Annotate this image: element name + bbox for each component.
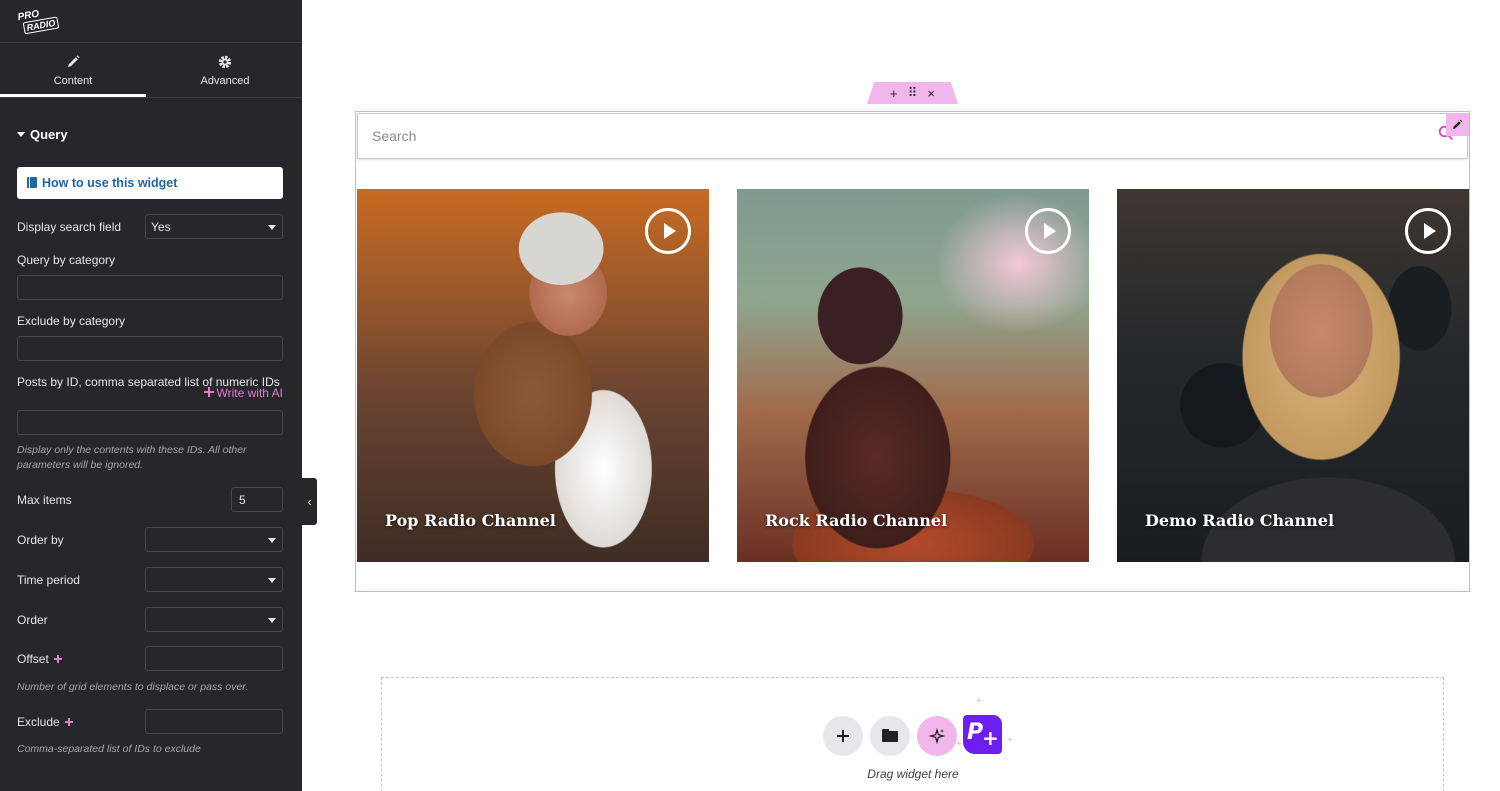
channel-title: Rock Radio Channel — [765, 511, 948, 530]
display-search-select[interactable]: Yes — [145, 214, 283, 239]
play-icon[interactable] — [1025, 208, 1071, 254]
section-toggle-query[interactable]: Query — [17, 127, 68, 142]
section-title: Query — [30, 127, 68, 142]
channel-card[interactable]: Pop Radio Channel — [357, 189, 709, 562]
exclude-label: Exclude — [17, 715, 60, 729]
tab-content[interactable]: Content — [0, 43, 146, 97]
time-period-select[interactable] — [145, 567, 283, 592]
drag-widget-hint: Drag widget here — [867, 767, 959, 781]
ai-sparkle-icon — [929, 728, 945, 744]
collapse-panel-button[interactable]: ‹ — [302, 478, 317, 525]
ai-sparkle-icon — [203, 387, 214, 397]
search-placeholder: Search — [372, 128, 417, 144]
order-label: Order — [17, 613, 48, 627]
max-items-input[interactable]: 5 — [231, 487, 283, 512]
chevron-down-icon — [268, 538, 276, 543]
editor-app: PRO RADIO Content Advanced Query How to … — [0, 0, 1500, 791]
pro-plugin-logo-button[interactable]: P + — [963, 715, 1002, 754]
tab-advanced[interactable]: Advanced — [152, 43, 298, 97]
offset-input[interactable] — [145, 646, 283, 671]
tab-content-label: Content — [53, 75, 93, 87]
chevron-down-icon — [268, 618, 276, 623]
search-input[interactable]: Search — [357, 113, 1468, 159]
how-to-use-label: How to use this widget — [42, 176, 178, 190]
chevron-left-icon: ‹ — [307, 494, 312, 509]
offset-label: Offset — [17, 652, 49, 666]
order-by-label: Order by — [17, 533, 64, 547]
offset-help: Number of grid elements to displace or p… — [17, 681, 249, 693]
channel-title: Pop Radio Channel — [385, 511, 556, 530]
channel-card[interactable]: Demo Radio Channel — [1117, 189, 1469, 562]
add-section-button[interactable] — [823, 716, 863, 756]
play-icon[interactable] — [1405, 208, 1451, 254]
drag-handle-icon[interactable]: ⠿ — [908, 85, 918, 101]
exclude-help: Comma-separated list of IDs to exclude — [17, 743, 201, 755]
decorative-sparkle-icon: + — [976, 696, 982, 707]
panel-tabs: Content Advanced — [0, 43, 302, 97]
posts-by-id-input[interactable] — [17, 410, 283, 435]
pencil-icon — [68, 55, 80, 67]
decorative-sparkle-icon: + — [956, 739, 962, 750]
exclude-label-row: Exclude — [17, 715, 76, 729]
book-icon — [27, 177, 37, 188]
exclude-input[interactable] — [145, 709, 283, 734]
channel-card[interactable]: Rock Radio Channel — [737, 189, 1089, 562]
pencil-icon — [1453, 119, 1463, 129]
order-select[interactable] — [145, 607, 283, 632]
ai-sparkle-icon[interactable] — [64, 718, 73, 726]
write-with-ai-link[interactable]: Write with AI — [203, 386, 283, 400]
divider — [0, 97, 302, 98]
channel-title: Demo Radio Channel — [1145, 511, 1335, 530]
tab-advanced-label: Advanced — [200, 75, 250, 87]
max-items-label: Max items — [17, 493, 72, 507]
pro-radio-logo[interactable]: PRO RADIO — [17, 7, 60, 39]
display-search-label: Display search field — [17, 220, 122, 234]
time-period-label: Time period — [17, 573, 80, 587]
decorative-sparkle-icon: + — [1007, 735, 1013, 746]
ai-sparkle-icon[interactable] — [53, 655, 62, 663]
offset-label-row: Offset — [17, 652, 65, 666]
caret-down-icon — [17, 132, 25, 138]
max-items-value: 5 — [239, 493, 246, 507]
order-by-select[interactable] — [145, 527, 283, 552]
posts-by-id-help: Display only the contents with these IDs… — [17, 444, 247, 471]
gear-icon — [218, 55, 232, 69]
exclude-category-input[interactable] — [17, 336, 283, 361]
ai-builder-button[interactable] — [917, 716, 957, 756]
pro-plugin-plus: + — [982, 726, 999, 750]
display-search-value: Yes — [151, 220, 171, 234]
pro-plugin-letter: P — [967, 720, 984, 745]
template-library-button[interactable] — [870, 716, 910, 756]
how-to-use-button[interactable]: How to use this widget — [17, 167, 283, 199]
query-category-label: Query by category — [17, 253, 116, 267]
exclude-category-label: Exclude by category — [17, 314, 126, 328]
query-category-input[interactable] — [17, 275, 283, 300]
play-icon[interactable] — [645, 208, 691, 254]
write-with-ai-label: Write with AI — [216, 386, 283, 400]
widget-toolbar: + ⠿ × — [867, 82, 958, 104]
add-element-icon[interactable]: + — [890, 86, 898, 101]
edit-widget-button[interactable] — [1446, 113, 1469, 136]
close-icon[interactable]: × — [927, 86, 935, 101]
chevron-down-icon — [268, 578, 276, 583]
editor-sidebar: PRO RADIO Content Advanced Query How to … — [0, 0, 302, 791]
chevron-down-icon — [268, 225, 276, 230]
